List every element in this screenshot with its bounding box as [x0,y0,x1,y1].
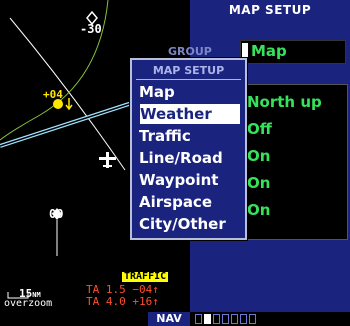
traffic-annunciator: TRAFFIC [122,271,169,282]
menu-item-city-other[interactable]: City/Other [139,214,241,234]
page-block [222,314,229,324]
menu-item-airspace[interactable]: Airspace [139,192,241,212]
page-block [231,314,238,324]
menu-item-map[interactable]: Map [139,82,241,102]
gps-display: -30 +04 00 15NM overzoom TRAFFIC TA 1.5 … [0,0,350,326]
traffic-advisory-1: TA 1.5 −04↑ [86,283,159,296]
setting-orientation[interactable]: North up [247,93,322,111]
altitude-label-bottom: 00 [49,207,64,221]
setting-value[interactable]: Off [247,120,272,138]
traffic-advisory-2: TA 4.0 +16↑ [86,295,159,308]
descending-arrow-icon [65,98,73,111]
map-setup-popup: MAP SETUP Map Weather Traffic Line/Road … [130,58,247,240]
traffic-relative-altitude: +04 [43,88,63,101]
menu-item-waypoint[interactable]: Waypoint [139,170,241,190]
popup-divider [136,79,241,80]
boundary-line [0,0,109,141]
group-label: GROUP [168,45,212,58]
popup-title: MAP SETUP [152,64,225,77]
page-block [213,314,220,324]
setting-value[interactable]: On [247,174,270,192]
settings-list: North up Off On On On [240,84,348,240]
group-field[interactable]: Map [240,40,346,64]
page-block [195,314,202,324]
menu-item-traffic[interactable]: Traffic [139,126,241,146]
overzoom-label: overzoom [4,298,53,309]
menu-item-weather[interactable]: Weather [140,104,240,124]
page-block [204,314,211,324]
menu-item-line-road[interactable]: Line/Road [139,148,241,168]
page-block [249,314,256,324]
page-indicator [195,314,256,325]
setting-value[interactable]: On [247,201,270,219]
nav-page-group-label: NAV [148,312,190,326]
setting-value[interactable]: On [247,147,270,165]
altitude-label-top: -30 [80,22,102,36]
panel-title: MAP SETUP [228,3,312,17]
ownship-aircraft-icon [99,152,116,168]
page-block [240,314,247,324]
group-value: Map [251,42,287,60]
